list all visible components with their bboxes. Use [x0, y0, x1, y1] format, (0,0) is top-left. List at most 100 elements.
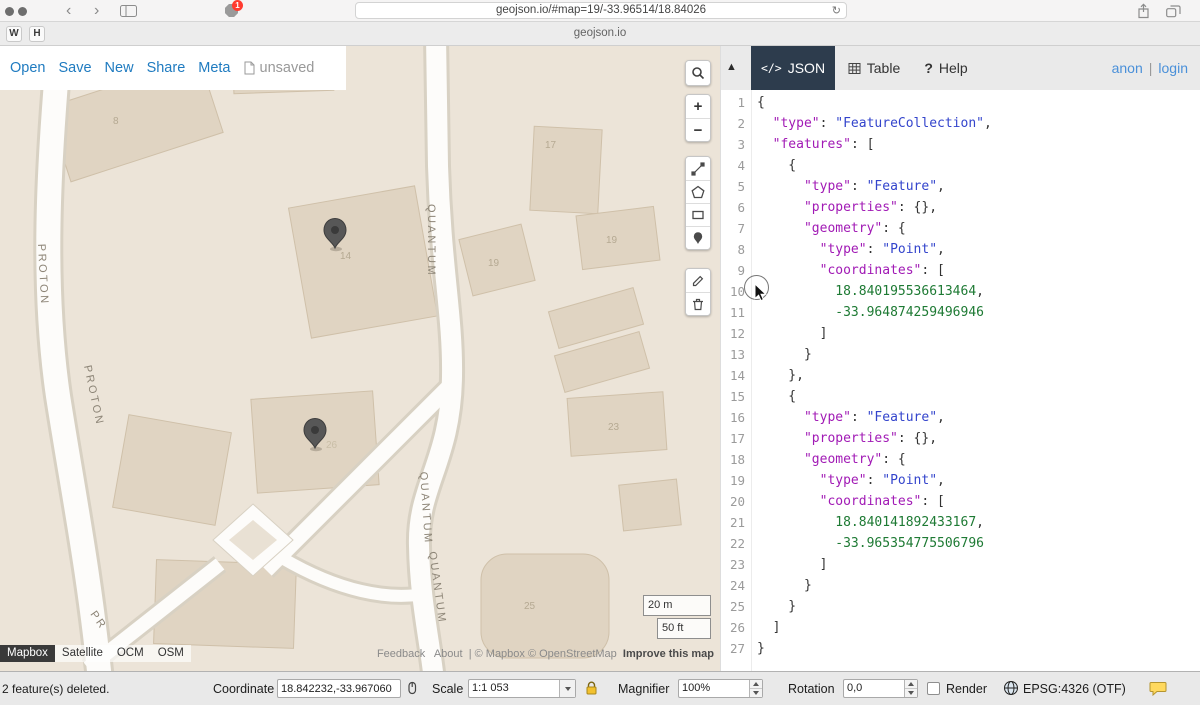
editor-line[interactable]: 12 ] — [721, 323, 1200, 344]
editor-line[interactable]: 10 18.840195536613464, — [721, 281, 1200, 302]
sidebar-icon[interactable] — [120, 5, 137, 17]
marker-icon — [691, 231, 705, 245]
crs-button[interactable]: EPSG:4326 (OTF) — [1023, 682, 1126, 696]
anon-link[interactable]: anon — [1112, 60, 1143, 76]
spinner — [749, 680, 762, 697]
editor-line[interactable]: 9 "coordinates": [ — [721, 260, 1200, 281]
editor-line[interactable]: 8 "type": "Point", — [721, 239, 1200, 260]
pencil-icon — [691, 274, 705, 288]
panel-tab-bar: ▲ </> JSON Table ? Help anon | — [721, 46, 1200, 90]
extent-marker-button[interactable] — [404, 680, 420, 696]
editor-line[interactable]: 3 "features": [ — [721, 134, 1200, 155]
zoom-out-button[interactable]: − — [686, 118, 710, 141]
forward-button[interactable]: › — [94, 0, 99, 21]
draw-polygon-button[interactable] — [686, 180, 710, 203]
editor-line[interactable]: 22 -33.965354775506796 — [721, 533, 1200, 554]
zoom-in-button[interactable]: + — [686, 95, 710, 118]
scale-combobox[interactable]: 1:1 053 — [468, 679, 576, 698]
tab-json[interactable]: </> JSON — [751, 46, 835, 90]
json-editor[interactable]: 1{2 "type": "FeatureCollection",3 "featu… — [721, 90, 1200, 671]
spin-down-button[interactable] — [750, 688, 762, 697]
plus-icon: + — [694, 99, 703, 114]
line-number: 19 — [721, 470, 751, 491]
tab-table[interactable]: Table — [835, 46, 913, 90]
line-number: 3 — [721, 134, 751, 155]
menu-open-button[interactable]: Open — [10, 60, 45, 76]
editor-line[interactable]: 4 { — [721, 155, 1200, 176]
draw-marker-button[interactable] — [686, 226, 710, 249]
editor-line[interactable]: 21 18.840141892433167, — [721, 512, 1200, 533]
adblock-extension-icon[interactable]: 1 — [225, 4, 239, 18]
draw-line-button[interactable] — [686, 157, 710, 180]
feedback-link[interactable]: Feedback — [377, 648, 425, 660]
draw-rectangle-button[interactable] — [686, 203, 710, 226]
basemap-mapbox[interactable]: Mapbox — [0, 645, 55, 662]
auth-links: anon | login — [1112, 46, 1200, 90]
unsaved-indicator[interactable]: unsaved — [244, 60, 315, 76]
editor-line[interactable]: 20 "coordinates": [ — [721, 491, 1200, 512]
window-dot-icon[interactable] — [5, 7, 14, 16]
login-link[interactable]: login — [1158, 60, 1188, 76]
basemap-osm[interactable]: OSM — [151, 645, 191, 662]
tab-help[interactable]: ? Help — [913, 46, 979, 90]
reload-icon[interactable]: ↻ — [832, 3, 841, 19]
editor-line[interactable]: 5 "type": "Feature", — [721, 176, 1200, 197]
editor-line[interactable]: 15 { — [721, 386, 1200, 407]
line-number: 11 — [721, 302, 751, 323]
editor-line[interactable]: 7 "geometry": { — [721, 218, 1200, 239]
rotation-spinbox[interactable]: 0,0 — [843, 679, 918, 698]
panel-collapse-button[interactable]: ▲ — [726, 61, 737, 73]
editor-line[interactable]: 2 "type": "FeatureCollection", — [721, 113, 1200, 134]
editor-line[interactable]: 16 "type": "Feature", — [721, 407, 1200, 428]
tabs-overview-icon[interactable] — [1166, 5, 1181, 18]
editor-line[interactable]: 25 } — [721, 596, 1200, 617]
editor-line[interactable]: 1{ — [721, 92, 1200, 113]
editor-line[interactable]: 26 ] — [721, 617, 1200, 638]
editor-line[interactable]: 14 }, — [721, 365, 1200, 386]
editor-line[interactable]: 6 "properties": {}, — [721, 197, 1200, 218]
basemap-satellite[interactable]: Satellite — [55, 645, 110, 662]
globe-icon[interactable] — [1003, 680, 1019, 696]
editor-line[interactable]: 27} — [721, 638, 1200, 659]
search-icon — [691, 66, 705, 80]
menu-meta-button[interactable]: Meta — [198, 60, 230, 76]
menu-share-button[interactable]: Share — [147, 60, 186, 76]
editor-line[interactable]: 17 "properties": {}, — [721, 428, 1200, 449]
spin-up-button[interactable] — [905, 680, 917, 688]
address-bar[interactable]: geojson.io/#map=19/-33.96514/18.84026 ↻ — [355, 2, 847, 19]
back-button[interactable]: ‹ — [66, 0, 71, 21]
about-link[interactable]: About — [434, 648, 463, 660]
line-number: 25 — [721, 596, 751, 617]
editor-line[interactable]: 19 "type": "Point", — [721, 470, 1200, 491]
delete-button[interactable] — [686, 292, 710, 315]
spin-down-button[interactable] — [905, 688, 917, 697]
editor-line[interactable]: 23 ] — [721, 554, 1200, 575]
edit-button[interactable] — [686, 269, 710, 292]
mouse-cursor — [754, 283, 767, 302]
search-button[interactable] — [686, 61, 710, 85]
coordinate-input[interactable] — [277, 679, 401, 698]
auth-divider: | — [1149, 60, 1153, 76]
basemap-ocm[interactable]: OCM — [110, 645, 151, 662]
combo-arrow-icon[interactable] — [559, 680, 575, 697]
tab-title[interactable]: geojson.io — [0, 22, 1200, 45]
url-text: geojson.io/#map=19/-33.96514/18.84026 — [356, 3, 846, 18]
editor-line[interactable]: 24 } — [721, 575, 1200, 596]
editor-line[interactable]: 13 } — [721, 344, 1200, 365]
render-checkbox[interactable] — [927, 682, 940, 695]
geojson-menu-bar: Open Save New Share Meta unsaved — [0, 46, 346, 90]
menu-new-button[interactable]: New — [105, 60, 134, 76]
share-icon[interactable] — [1137, 3, 1150, 19]
editor-line[interactable]: 11 -33.964874259496946 — [721, 302, 1200, 323]
editor-line[interactable]: 18 "geometry": { — [721, 449, 1200, 470]
log-messages-button[interactable] — [1149, 681, 1167, 696]
editor-lines: 1{2 "type": "FeatureCollection",3 "featu… — [721, 92, 1200, 659]
map-canvas[interactable]: PROTON PROTON QUANTUM QUANTUM QUANTUM PR… — [0, 46, 720, 671]
spin-up-button[interactable] — [750, 680, 762, 688]
menu-save-button[interactable]: Save — [58, 60, 91, 76]
improve-map-link[interactable]: Improve this map — [623, 648, 714, 660]
magnifier-spinbox[interactable]: 100% — [678, 679, 763, 698]
window-dot-icon[interactable] — [18, 7, 27, 16]
attribution: Feedback About | © Mapbox © OpenStreetMa… — [377, 648, 714, 660]
scale-lock-icon[interactable] — [584, 680, 599, 696]
